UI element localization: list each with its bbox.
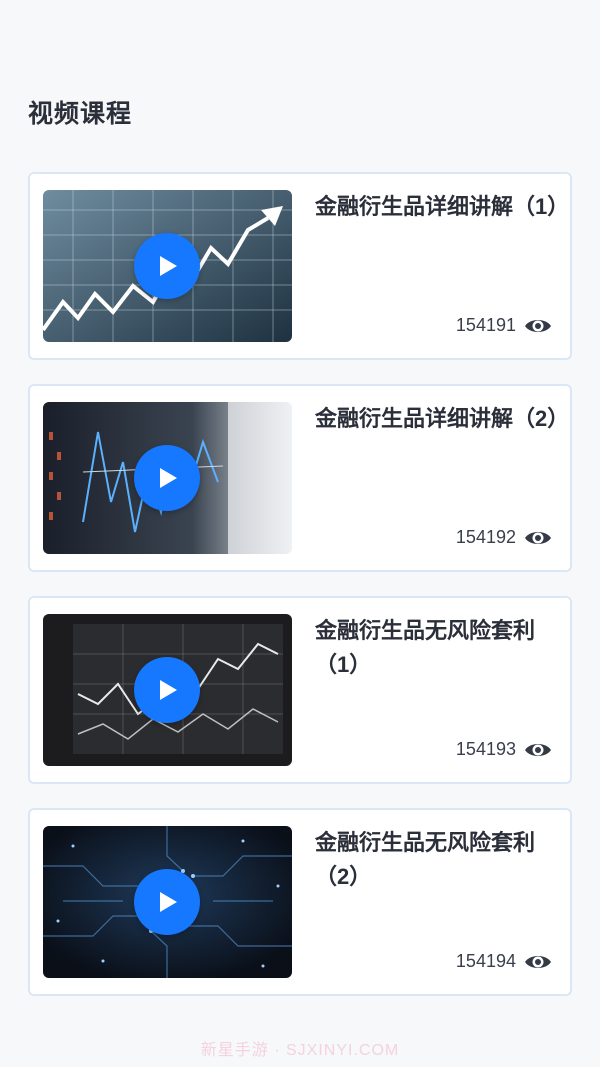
course-thumbnail[interactable]: [43, 826, 292, 978]
eye-icon: [524, 741, 552, 759]
play-button[interactable]: [134, 233, 200, 299]
view-count-value: 154194: [455, 951, 516, 971]
course-thumbnail[interactable]: [43, 614, 292, 766]
course-title[interactable]: 金融衍生品详细讲解（2）: [315, 402, 569, 436]
view-count-value: 154193: [455, 739, 516, 759]
play-button[interactable]: [134, 445, 200, 511]
play-button[interactable]: [134, 869, 200, 935]
view-count: 154193: [456, 739, 552, 760]
play-icon: [160, 892, 177, 912]
play-icon: [160, 256, 177, 276]
view-count-value: 154192: [455, 527, 516, 547]
course-card[interactable]: 金融衍生品详细讲解（1） 154191: [28, 172, 572, 360]
course-card[interactable]: 金融衍生品无风险套利（1） 154193: [28, 596, 572, 784]
play-icon: [160, 468, 177, 488]
course-card[interactable]: 金融衍生品详细讲解（2） 154192: [28, 384, 572, 572]
eye-icon: [524, 953, 552, 971]
eye-icon: [524, 317, 552, 335]
play-icon: [160, 680, 177, 700]
course-title[interactable]: 金融衍生品无风险套利（2）: [315, 826, 560, 894]
course-card[interactable]: 金融衍生品无风险套利（2） 154194: [28, 808, 572, 996]
play-button[interactable]: [134, 657, 200, 723]
view-count: 154191: [456, 315, 552, 336]
page-title: 视频课程: [28, 100, 133, 128]
watermark: 新星手游 · SJXINYI.COM: [200, 1042, 400, 1059]
course-list: 金融衍生品详细讲解（1） 154191 金融衍生品详细讲解（2） 154192 …: [28, 172, 572, 1020]
course-thumbnail[interactable]: [43, 402, 292, 554]
view-count: 154194: [456, 951, 552, 972]
course-thumbnail[interactable]: [43, 190, 292, 342]
course-title[interactable]: 金融衍生品详细讲解（1）: [315, 190, 569, 224]
course-title[interactable]: 金融衍生品无风险套利（1）: [315, 614, 560, 682]
view-count-value: 154191: [455, 315, 516, 335]
view-count: 154192: [456, 527, 552, 548]
eye-icon: [524, 529, 552, 547]
